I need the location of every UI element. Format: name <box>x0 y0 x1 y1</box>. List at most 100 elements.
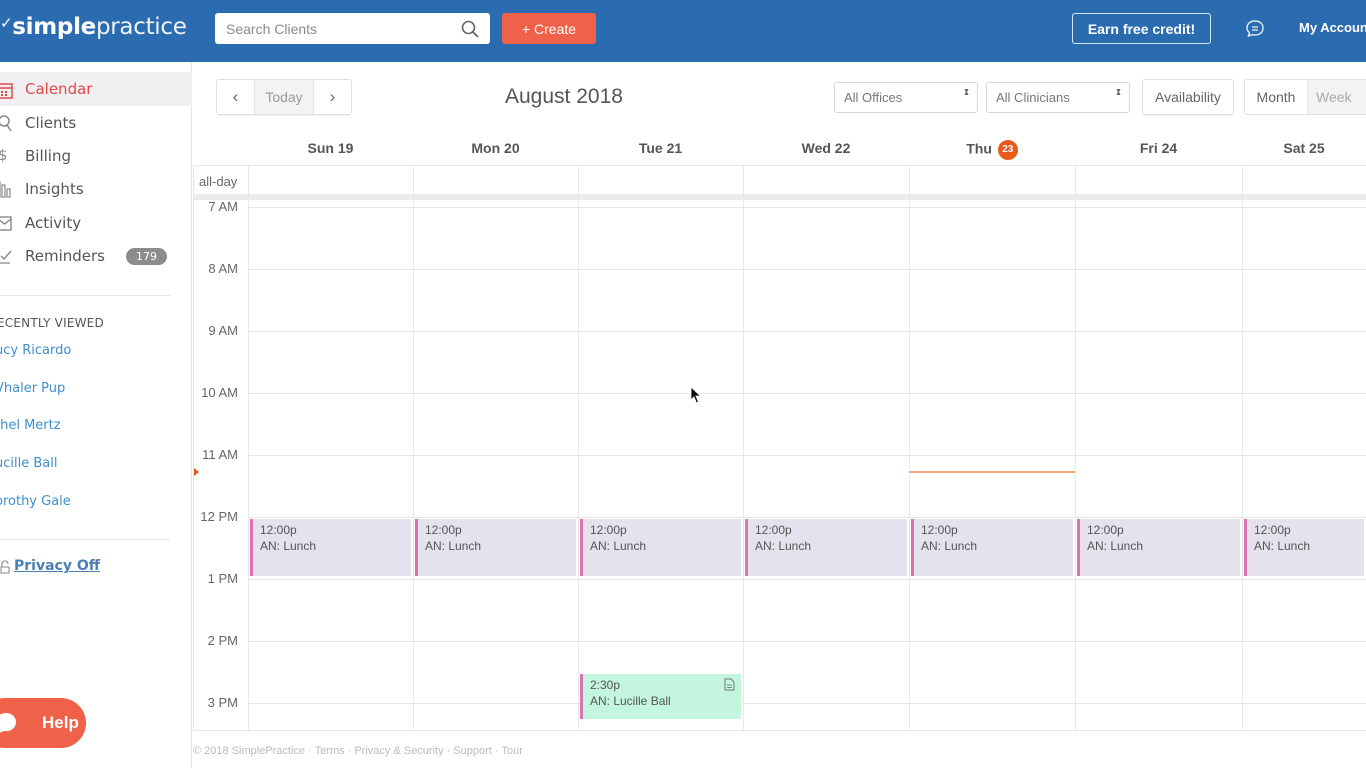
sidebar-item-calendar[interactable]: Calendar <box>0 72 192 106</box>
lunch-event[interactable]: 12:00p AN: Lunch <box>580 519 741 576</box>
appointment-event[interactable]: 2:30p AN: Lucille Ball <box>580 674 741 719</box>
event-time: 12:00p <box>425 523 462 537</box>
mouse-cursor-icon <box>690 386 702 404</box>
hour-label: 10 AM <box>201 385 238 400</box>
sidebar: Calendar Clients $ Billing Insights Acti… <box>0 62 192 768</box>
event-title: AN: Lunch <box>921 539 978 553</box>
lunch-event[interactable]: 12:00p AN: Lunch <box>1077 519 1240 576</box>
reminders-count-badge: 179 <box>126 248 167 265</box>
checklist-icon <box>0 250 12 264</box>
sidebar-item-activity[interactable]: Activity <box>0 206 192 240</box>
event-title: AN: Lunch <box>755 539 812 553</box>
next-week-button[interactable]: › <box>314 80 351 114</box>
recent-client-link[interactable]: Vhaler Pup <box>0 381 65 396</box>
day-column-divider <box>1075 165 1076 730</box>
search-clients-input[interactable] <box>215 13 445 44</box>
hour-label: 12 PM <box>200 509 238 524</box>
privacy-off-link[interactable]: Privacy Off <box>14 558 100 574</box>
hour-label: 11 AM <box>202 447 238 462</box>
search-icon[interactable] <box>460 19 480 39</box>
create-button[interactable]: + Create <box>502 13 596 44</box>
sidebar-item-clients[interactable]: Clients <box>0 106 192 140</box>
today-button[interactable]: Today <box>254 80 314 114</box>
dollar-icon: $ <box>0 146 8 164</box>
help-chat-icon <box>0 713 16 733</box>
day-header-label: Wed 22 <box>801 140 851 156</box>
sidebar-item-label: Insights <box>25 180 84 198</box>
day-column-divider <box>413 165 414 730</box>
copyright-text: © 2018 SimplePractice <box>193 745 306 757</box>
day-header[interactable]: Wed 22 <box>743 140 909 160</box>
day-header[interactable]: Thu 23 <box>909 140 1075 160</box>
footer: © 2018 SimplePractice · Terms · Privacy & Se… <box>193 745 523 757</box>
event-time: 12:00p <box>590 523 627 537</box>
my-account-menu[interactable]: My Accoun <box>1299 20 1366 35</box>
lunch-event[interactable]: 12:00p AN: Lunch <box>745 519 907 576</box>
event-title: AN: Lunch <box>1087 539 1144 553</box>
recent-client-link[interactable]: ucy Ricardo <box>0 343 71 358</box>
today-date-badge: 23 <box>997 140 1018 160</box>
help-button[interactable]: Help <box>0 698 86 748</box>
lunch-event[interactable]: 12:00p AN: Lunch <box>911 519 1073 576</box>
day-header-label: Mon 20 <box>471 140 520 156</box>
hour-label: 7 AM <box>208 199 238 214</box>
availability-button[interactable]: Availability <box>1142 79 1234 115</box>
sidebar-item-reminders[interactable]: Reminders 179 <box>0 239 192 273</box>
lunch-event[interactable]: 12:00p AN: Lunch <box>1244 519 1364 576</box>
hour-gridline <box>248 703 1366 704</box>
day-header[interactable]: Fri 24 <box>1075 140 1242 160</box>
week-view-button[interactable]: Week <box>1307 80 1366 114</box>
sidebar-item-label: Clients <box>25 114 77 132</box>
chat-icon[interactable] <box>1245 19 1265 39</box>
week-calendar-grid: all-day Sun 19 Mon 20 Tue 21 Wed 22 Thu 23 Fr… <box>193 130 1366 731</box>
sidebar-item-label: Billing <box>25 147 71 165</box>
footer-link-privacy[interactable]: Privacy & Security <box>354 745 443 757</box>
day-header[interactable]: Tue 21 <box>578 140 743 160</box>
month-view-button[interactable]: Month <box>1245 80 1308 114</box>
event-time: 12:00p <box>755 523 792 537</box>
footer-link-support[interactable]: Support <box>453 745 492 757</box>
date-navigation: ‹ Today › <box>216 79 352 115</box>
sidebar-item-billing[interactable]: $ Billing <box>0 139 192 173</box>
hour-label: 2 PM <box>207 633 238 648</box>
sidebar-item-insights[interactable]: Insights <box>0 172 192 206</box>
lunch-event[interactable]: 12:00p AN: Lunch <box>250 519 411 576</box>
clinicians-select[interactable]: All Clinicians ▲▼ <box>986 82 1130 113</box>
sidebar-item-label: Reminders <box>25 247 105 265</box>
top-navigation-bar: ✓simplepractice + Create Earn free credi… <box>0 0 1366 62</box>
hour-gridline <box>248 269 1366 270</box>
all-day-label: all-day <box>199 174 238 189</box>
day-header[interactable]: Sun 19 <box>248 140 413 160</box>
hour-gridline <box>248 517 1366 518</box>
footer-link-terms[interactable]: Terms <box>315 745 345 757</box>
calendar-title: August 2018 <box>505 85 623 108</box>
day-column-divider <box>578 165 579 730</box>
recent-client-link[interactable]: ucille Ball <box>0 456 57 471</box>
sidebar-item-label: Activity <box>25 214 82 232</box>
recently-viewed-heading: ECENTLY VIEWED <box>0 316 104 330</box>
footer-link-tour[interactable]: Tour <box>501 745 522 757</box>
hour-gridline <box>248 579 1366 580</box>
clinicians-select-value: All Clinicians <box>996 90 1070 105</box>
all-day-separator <box>193 194 1366 200</box>
logo-text-light: practice <box>95 14 187 40</box>
lunch-event[interactable]: 12:00p AN: Lunch <box>415 519 576 576</box>
earn-free-credit-button[interactable]: Earn free credit! <box>1072 13 1211 44</box>
event-title: AN: Lucille Ball <box>590 694 671 708</box>
clients-icon <box>0 115 12 132</box>
previous-week-button[interactable]: ‹ <box>217 80 254 114</box>
recent-client-link[interactable]: thel Mertz <box>0 418 61 433</box>
recent-client-link[interactable]: orothy Gale <box>0 494 71 509</box>
sidebar-divider <box>0 539 170 540</box>
header-divider <box>193 165 1366 166</box>
simplepractice-logo[interactable]: ✓simplepractice <box>0 14 187 44</box>
day-header[interactable]: Sat 25 <box>1242 140 1366 160</box>
day-header-label: Thu <box>966 140 992 157</box>
progress-note-icon[interactable] <box>724 678 735 691</box>
day-header[interactable]: Mon 20 <box>413 140 578 160</box>
event-time: 12:00p <box>260 523 297 537</box>
hour-label: 8 AM <box>208 261 238 276</box>
current-time-line <box>909 471 1075 473</box>
event-time: 12:00p <box>921 523 958 537</box>
offices-select[interactable]: All Offices ▲▼ <box>834 82 978 113</box>
